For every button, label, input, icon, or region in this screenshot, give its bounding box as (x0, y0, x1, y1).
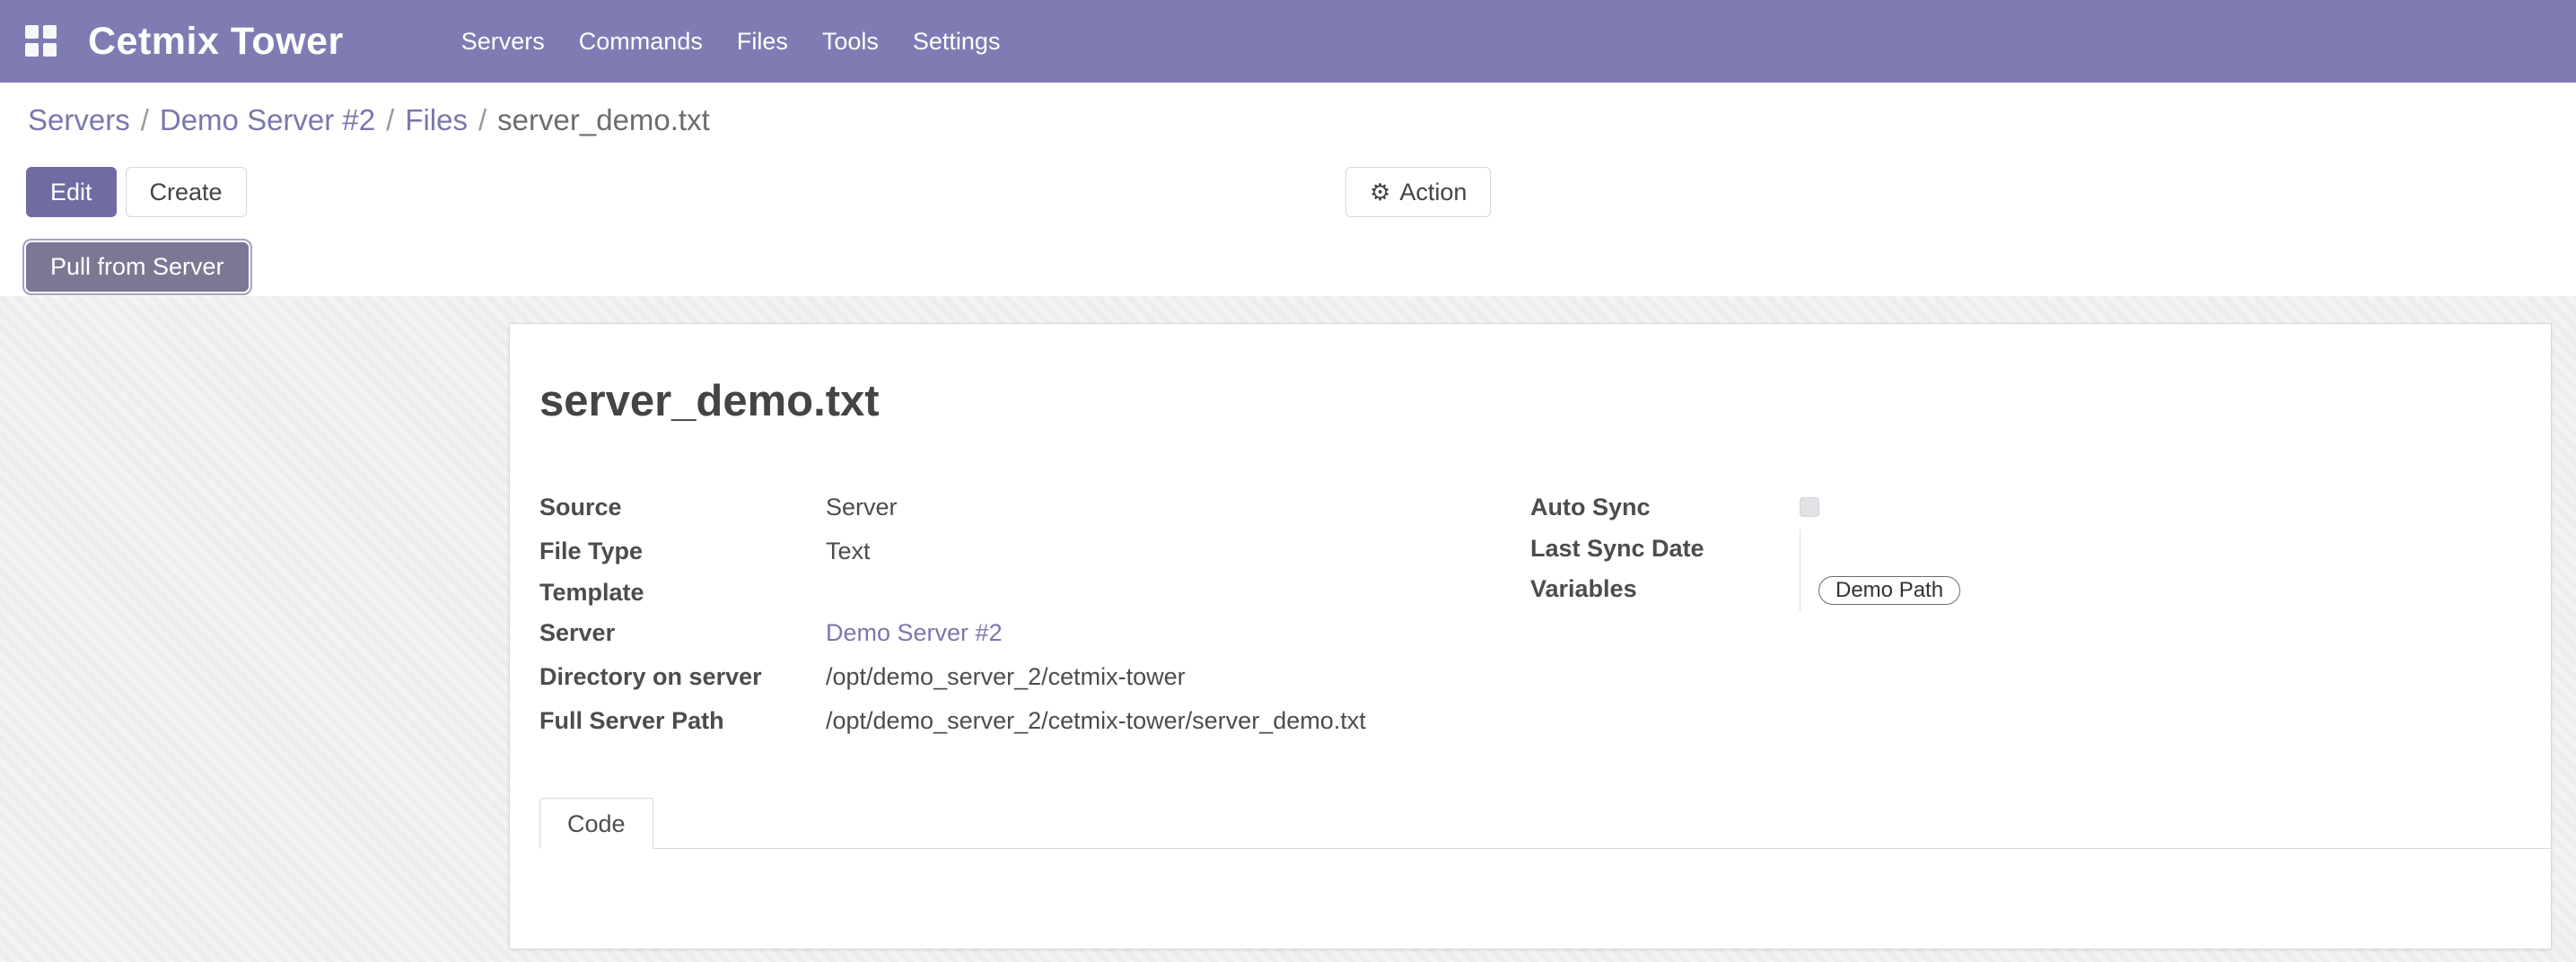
field-row-source: Source Server (539, 485, 1530, 529)
breadcrumb-demo-server[interactable]: Demo Server #2 (160, 103, 375, 136)
field-row-file-type: File Type Text (539, 529, 1530, 573)
field-group-left: Source Server File Type Text Template Se… (539, 485, 1530, 743)
pull-from-server-button[interactable]: Pull from Server (26, 242, 249, 292)
field-value-file-type: Text (826, 529, 1530, 573)
field-value-source: Server (826, 485, 1530, 529)
top-menu: Servers Commands Files Tools Settings (444, 0, 1018, 83)
field-label-full-path: Full Server Path (539, 699, 826, 743)
field-group-right: Auto Sync Last Sync Date Variables Demo … (1530, 485, 2523, 743)
breadcrumb-files[interactable]: Files (405, 103, 468, 136)
field-label-last-sync: Last Sync Date (1530, 529, 1800, 567)
variable-tag-demo-path: Demo Path (1818, 576, 1960, 605)
apps-grid-square (25, 25, 39, 39)
apps-grid-square (43, 25, 57, 39)
action-button-label: Action (1399, 179, 1467, 206)
breadcrumb: Servers / Demo Server #2 / Files / server_demo… (28, 101, 710, 140)
field-value-last-sync (1800, 529, 2523, 567)
top-navbar: Cetmix Tower Servers Commands Files Tool… (0, 0, 2576, 83)
tab-code[interactable]: Code (539, 798, 653, 849)
gear-icon: ⚙ (1370, 179, 1390, 206)
breadcrumb-separator: / (141, 103, 149, 136)
field-label-file-type: File Type (539, 529, 826, 573)
field-label-auto-sync: Auto Sync (1530, 485, 1800, 529)
field-value-template (826, 573, 1530, 611)
breadcrumb-separator: / (478, 103, 486, 136)
edit-button[interactable]: Edit (26, 167, 117, 217)
field-row-directory: Directory on server /opt/demo_server_2/c… (539, 655, 1530, 699)
create-button[interactable]: Create (126, 167, 247, 217)
field-label-template: Template (539, 573, 826, 611)
field-row-full-path: Full Server Path /opt/demo_server_2/cetm… (539, 699, 1530, 743)
menu-servers[interactable]: Servers (444, 0, 562, 83)
field-label-source: Source (539, 485, 826, 529)
apps-grid-square (25, 43, 39, 57)
field-row-server: Server Demo Server #2 (539, 611, 1530, 655)
menu-commands[interactable]: Commands (562, 0, 720, 83)
control-panel: Edit Create (26, 167, 247, 217)
record-title: server_demo.txt (539, 376, 880, 426)
server-record-link[interactable]: Demo Server #2 (826, 619, 1003, 646)
auto-sync-checkbox (1800, 497, 1819, 517)
menu-files[interactable]: Files (720, 0, 805, 83)
action-button[interactable]: ⚙ Action (1345, 167, 1491, 217)
field-row-template: Template (539, 573, 1530, 611)
field-label-variables: Variables (1530, 567, 1800, 611)
menu-settings[interactable]: Settings (896, 0, 1018, 83)
breadcrumb-separator: / (386, 103, 394, 136)
field-label-directory: Directory on server (539, 655, 826, 699)
breadcrumb-servers[interactable]: Servers (28, 103, 130, 136)
field-value-directory: /opt/demo_server_2/cetmix-tower (826, 655, 1530, 699)
apps-grid-square (43, 43, 57, 57)
field-label-server: Server (539, 611, 826, 655)
field-row-auto-sync: Auto Sync (1530, 485, 2523, 529)
field-row-last-sync: Last Sync Date (1530, 529, 2523, 567)
notebook-tabbar: Code (539, 798, 2551, 849)
breadcrumb-current: server_demo.txt (497, 103, 710, 136)
content-background: server_demo.txt Source Server File Type … (0, 296, 2576, 962)
field-groups: Source Server File Type Text Template Se… (539, 485, 2533, 743)
form-sheet: server_demo.txt Source Server File Type … (509, 323, 2552, 949)
app-brand-title[interactable]: Cetmix Tower (88, 20, 344, 64)
field-value-full-path: /opt/demo_server_2/cetmix-tower/server_d… (826, 699, 1530, 743)
apps-grid-icon[interactable] (25, 25, 57, 57)
menu-tools[interactable]: Tools (805, 0, 896, 83)
field-row-variables: Variables Demo Path (1530, 567, 2523, 611)
